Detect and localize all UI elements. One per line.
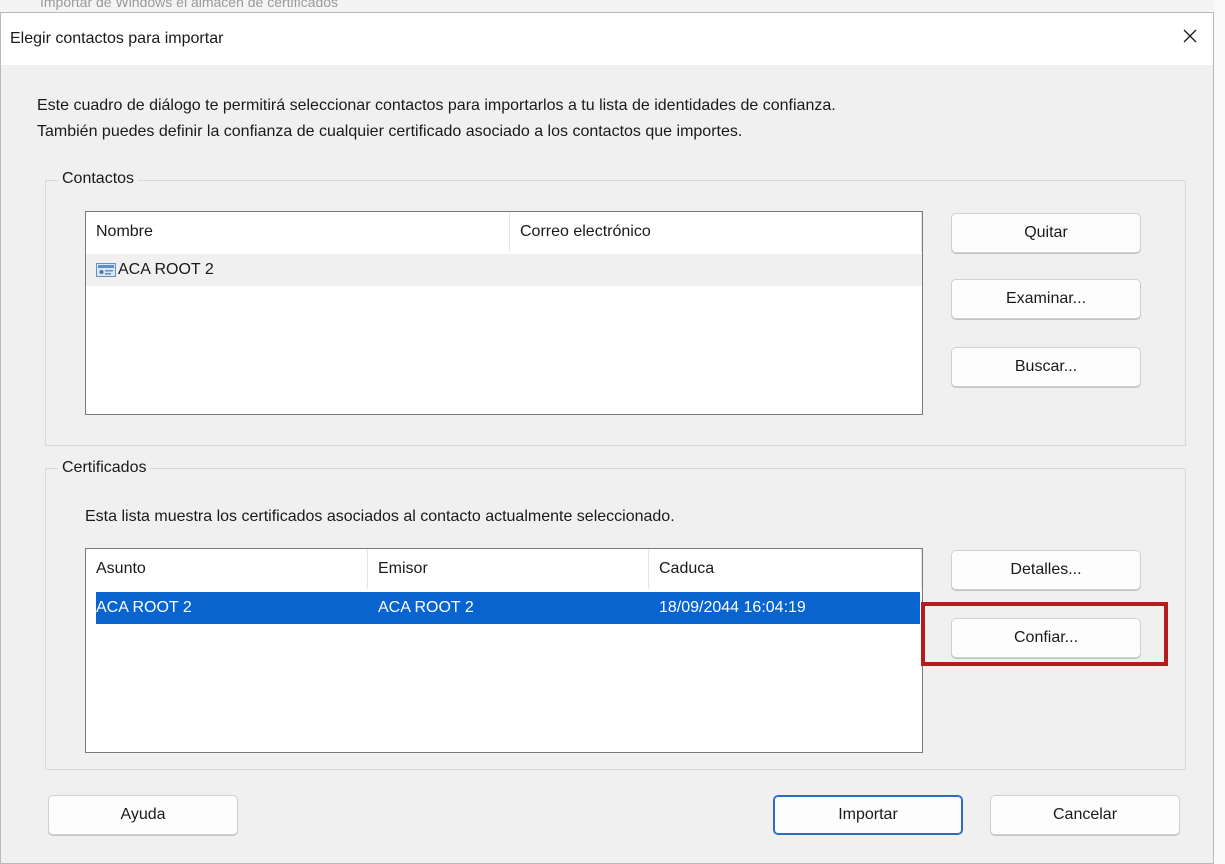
column-header-expires[interactable]: Caduca bbox=[649, 549, 922, 589]
column-header-subject[interactable]: Asunto bbox=[86, 549, 368, 589]
intro-line-1: Este cuadro de diálogo te permitirá sele… bbox=[37, 97, 836, 114]
certificate-expires: 18/09/2044 16:04:19 bbox=[659, 599, 806, 616]
close-button[interactable] bbox=[1167, 13, 1213, 59]
certificates-description: Esta lista muestra los certificados asoc… bbox=[85, 508, 675, 525]
import-button[interactable]: Importar bbox=[773, 795, 963, 835]
contact-name: ACA ROOT 2 bbox=[118, 261, 214, 278]
contact-card-icon bbox=[96, 263, 116, 277]
certificates-list[interactable]: Asunto Emisor Caduca ACA ROOT 2 ACA ROOT… bbox=[85, 548, 923, 753]
column-header-email[interactable]: Correo electrónico bbox=[510, 212, 922, 252]
dialog-title: Elegir contactos para importar bbox=[10, 30, 224, 47]
certificate-row[interactable]: ACA ROOT 2 ACA ROOT 2 18/09/2044 16:04:1… bbox=[96, 592, 920, 624]
certificates-list-header: Asunto Emisor Caduca bbox=[86, 549, 922, 589]
certificate-subject: ACA ROOT 2 bbox=[96, 599, 192, 616]
certificates-group-label: Certificados bbox=[58, 459, 151, 477]
background-window-edge bbox=[1214, 0, 1225, 864]
contacts-list-header: Nombre Correo electrónico bbox=[86, 212, 922, 252]
contact-row[interactable]: ACA ROOT 2 bbox=[86, 254, 922, 286]
help-button[interactable]: Ayuda bbox=[48, 795, 238, 835]
cancel-button[interactable]: Cancelar bbox=[990, 795, 1180, 835]
choose-contacts-dialog: Elegir contactos para importar Este cuad… bbox=[0, 12, 1214, 864]
intro-text: Este cuadro de diálogo te permitirá sele… bbox=[37, 93, 836, 145]
remove-button[interactable]: Quitar bbox=[951, 213, 1141, 253]
contacts-list[interactable]: Nombre Correo electrónico ACA ROOT 2 bbox=[85, 211, 923, 415]
column-header-issuer[interactable]: Emisor bbox=[368, 549, 649, 589]
certificate-issuer: ACA ROOT 2 bbox=[378, 599, 474, 616]
contacts-group-label: Contactos bbox=[58, 170, 139, 188]
browse-button[interactable]: Examinar... bbox=[951, 279, 1141, 319]
background-window-text: Importar de Windows el almacén de certif… bbox=[40, 0, 339, 10]
search-button[interactable]: Buscar... bbox=[951, 347, 1141, 387]
close-icon bbox=[1183, 29, 1197, 43]
column-header-name[interactable]: Nombre bbox=[86, 212, 510, 252]
intro-line-2: También puedes definir la confianza de c… bbox=[37, 123, 743, 140]
trust-button-highlight bbox=[921, 602, 1168, 666]
background-window-strip: Importar de Windows el almacén de certif… bbox=[0, 0, 1225, 12]
details-button[interactable]: Detalles... bbox=[951, 550, 1141, 590]
dialog-titlebar: Elegir contactos para importar bbox=[1, 13, 1213, 65]
